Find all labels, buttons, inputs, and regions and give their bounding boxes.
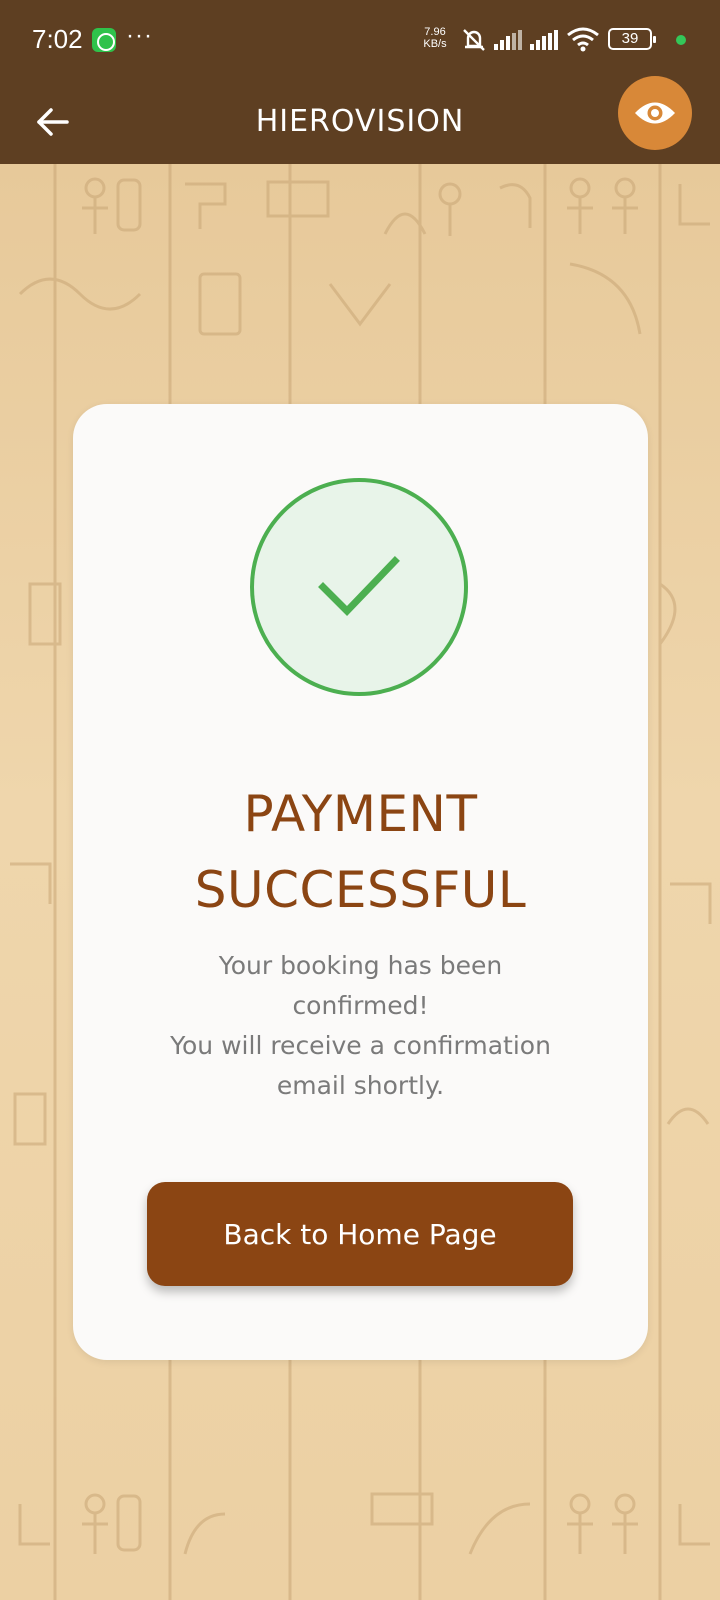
status-time: 7:02 — [32, 24, 83, 54]
network-speed-value: 7.96 — [424, 26, 446, 38]
battery-indicator: 39 — [608, 28, 656, 50]
success-message: Your booking has been confirmed! You wil… — [133, 946, 588, 1106]
status-bar: 7:02 ··· 7.96 KB/s 39 — [0, 0, 720, 80]
signal-strength-icon — [494, 30, 522, 50]
payment-success-card: PAYMENT SUCCESSFUL Your booking has been… — [73, 404, 648, 1360]
more-notifications-icon: ··· — [126, 22, 153, 49]
network-speed-unit: KB/s — [423, 38, 447, 50]
success-title-line2: SUCCESSFUL — [194, 861, 527, 919]
app-bar: HIEROVISION — [0, 76, 720, 164]
muted-bell-icon — [463, 29, 485, 51]
eye-icon — [635, 102, 675, 124]
message-line: email shortly. — [276, 1071, 445, 1100]
message-line: Your booking has been — [218, 951, 503, 980]
message-line: confirmed! — [292, 991, 429, 1020]
network-speed: 7.96 KB/s — [420, 26, 450, 50]
eye-button[interactable] — [618, 76, 692, 150]
success-indicator — [250, 478, 468, 696]
wifi-icon — [567, 27, 599, 52]
checkmark-icon — [318, 556, 400, 617]
message-line: You will receive a confirmation — [170, 1031, 551, 1060]
back-to-home-button[interactable]: Back to Home Page — [147, 1182, 573, 1286]
app-title: HIEROVISION — [255, 104, 465, 139]
signal-strength-icon-2 — [530, 30, 558, 50]
success-title-line1: PAYMENT — [243, 785, 478, 843]
whatsapp-icon — [92, 28, 116, 52]
privacy-indicator-dot — [676, 35, 686, 45]
success-title: PAYMENT SUCCESSFUL — [73, 776, 648, 928]
